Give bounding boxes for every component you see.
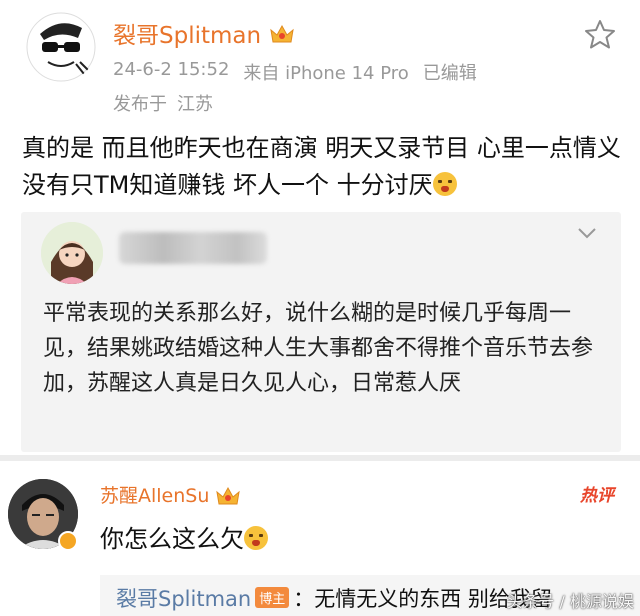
quoted-text: 平常表现的关系那么好，说什么糊的是时候几乎每周一见，结果姚政结婚这种人生大事都舍… — [43, 301, 594, 396]
post-text: 真的是 而且他昨天也在商演 明天又录节目 心里一点情义没有只TM知道赚钱 坏人一… — [22, 134, 621, 199]
author-avatar[interactable] — [26, 12, 96, 82]
location-label: 发布于 — [113, 94, 167, 115]
post-body: 真的是 而且他昨天也在商演 明天又录节目 心里一点情义没有只TM知道赚钱 坏人一… — [22, 130, 622, 204]
commenter-name-text[interactable]: 苏醒AllenSu — [100, 481, 209, 508]
post-source: 来自 iPhone 14 Pro — [243, 63, 409, 84]
post-date: 24-6-2 15:52 — [113, 59, 230, 80]
star-icon[interactable] — [584, 18, 616, 50]
blurred-username — [119, 232, 267, 264]
post-location: 发布于 江苏 — [113, 90, 213, 116]
crown-icon — [216, 486, 241, 504]
quoted-author-avatar[interactable] — [41, 222, 103, 284]
hot-comment: 苏醒AllenSu 热评 你怎么这么欠 裂哥Splitman 博主 ：无情无义的东西… — [0, 461, 640, 616]
watermark: 头条号 / 桃源说娱 — [506, 592, 634, 611]
post-meta: 24-6-2 15:52 来自 iPhone 14 Pro 已编辑 — [113, 59, 477, 85]
hot-comment-badge: 热评 — [580, 486, 614, 506]
comment-body: 你怎么这么欠 — [100, 519, 268, 554]
weibo-post: 裂哥Splitman 24-6-2 15:52 来自 iPhone 14 Pro… — [0, 0, 640, 455]
verified-badge-icon — [58, 531, 78, 551]
chevron-down-icon[interactable] — [577, 226, 597, 240]
crown-icon — [270, 24, 294, 43]
author-name-text[interactable]: 裂哥Splitman — [113, 16, 261, 50]
location-value: 江苏 — [177, 94, 213, 115]
angry-face-emoji — [244, 526, 268, 550]
commenter-name[interactable]: 苏醒AllenSu — [100, 481, 241, 508]
reply-author[interactable]: 裂哥Splitman — [116, 587, 251, 611]
author-name[interactable]: 裂哥Splitman — [113, 16, 295, 50]
post-edited[interactable]: 已编辑 — [423, 59, 477, 85]
quoted-post[interactable]: 平常表现的关系那么好，说什么糊的是时候几乎每周一见，结果姚政结婚这种人生大事都舍… — [21, 212, 621, 452]
blogger-badge: 博主 — [255, 587, 290, 608]
comment-text: 你怎么这么欠 — [100, 525, 244, 553]
angry-face-emoji — [432, 172, 457, 196]
